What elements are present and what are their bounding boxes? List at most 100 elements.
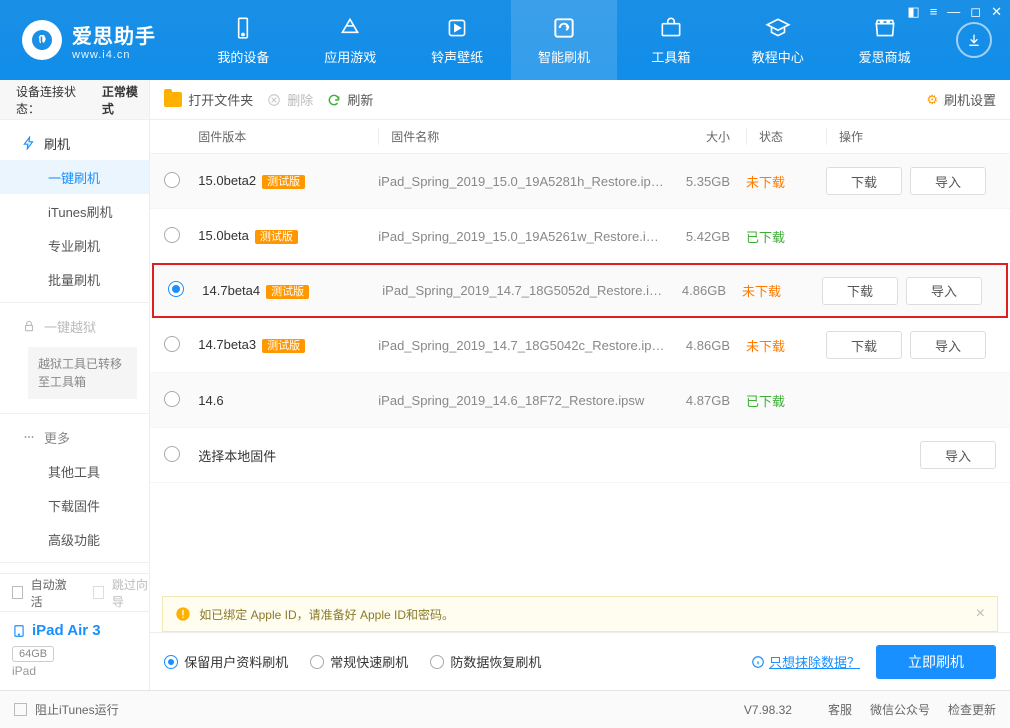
nav-flash[interactable]: 智能刷机 [511, 0, 618, 80]
sidebar-item-pro[interactable]: 专业刷机 [0, 228, 149, 262]
radio-select[interactable] [164, 227, 180, 243]
radio-select[interactable] [164, 391, 180, 407]
skip-guide-checkbox[interactable] [93, 586, 104, 599]
firmware-name: iPad_Spring_2019_14.7_18G5042c_Restore.i… [378, 338, 664, 353]
table-row[interactable]: 15.0beta2测试版 iPad_Spring_2019_15.0_19A52… [150, 154, 1010, 209]
option-keep-data[interactable]: 保留用户资料刷机 [164, 652, 288, 671]
svg-text:iU: iU [37, 35, 48, 47]
download-manager-icon[interactable] [956, 22, 992, 58]
firmware-size: 5.35GB [686, 174, 730, 189]
jailbreak-note: 越狱工具已转移至工具箱 [28, 347, 137, 399]
delete-icon [267, 93, 281, 107]
beta-badge: 测试版 [262, 339, 305, 353]
firmware-name: iPad_Spring_2019_14.7_18G5052d_Restore.i… [382, 283, 662, 298]
skin-icon[interactable]: ◧ [907, 4, 919, 20]
sidebar: 设备连接状态：正常模式 刷机 一键刷机 iTunes刷机 专业刷机 批量刷机 一… [0, 80, 150, 690]
import-button[interactable]: 导入 [910, 167, 986, 195]
sidebar-item-other[interactable]: 其他工具 [0, 454, 149, 488]
beta-badge: 测试版 [255, 230, 298, 244]
gear-icon: ⚙ [926, 92, 938, 108]
table-header: 固件版本 固件名称 大小 状态 操作 [150, 120, 1010, 154]
import-button[interactable]: 导入 [910, 331, 986, 359]
sidebar-item-batch[interactable]: 批量刷机 [0, 262, 149, 296]
nav-my-device[interactable]: 我的设备 [190, 0, 297, 80]
local-firmware-row[interactable]: 选择本地固件 导入 [150, 428, 1010, 483]
nav-ringtone[interactable]: 铃声壁纸 [404, 0, 511, 80]
warning-icon [175, 606, 191, 622]
brand-url: www.i4.cn [72, 49, 156, 61]
firmware-version: 14.6 [198, 393, 223, 408]
table-row[interactable]: 15.0beta测试版 iPad_Spring_2019_15.0_19A526… [150, 209, 1010, 264]
import-button[interactable]: 导入 [920, 441, 996, 469]
tablet-icon [12, 624, 26, 638]
firmware-size: 4.86GB [682, 283, 726, 298]
firmware-status: 已下载 [746, 394, 785, 409]
check-update-button[interactable]: 检查更新 [948, 701, 996, 718]
device-storage: 64GB [12, 646, 54, 662]
maximize-icon[interactable]: ◻ [970, 4, 981, 20]
folder-icon [164, 92, 182, 107]
radio-select[interactable] [168, 281, 184, 297]
sidebar-item-advanced[interactable]: 高级功能 [0, 522, 149, 556]
sidebar-section-flash[interactable]: 刷机 [0, 126, 149, 160]
flash-settings-button[interactable]: ⚙刷机设置 [926, 90, 996, 109]
sidebar-item-itunes[interactable]: iTunes刷机 [0, 194, 149, 228]
beta-badge: 测试版 [262, 175, 305, 189]
nav-apps[interactable]: 应用游戏 [297, 0, 404, 80]
firmware-status: 未下载 [746, 175, 785, 190]
more-icon [22, 430, 36, 444]
auto-activate-checkbox[interactable] [12, 586, 23, 599]
refresh-button[interactable]: 刷新 [327, 90, 373, 109]
download-button[interactable]: 下载 [822, 277, 898, 305]
column-status: 状态 [746, 128, 826, 145]
main-content: 打开文件夹 删除 刷新 ⚙刷机设置 固件版本 固件名称 大小 状态 操作 15.… [150, 80, 1010, 690]
device-info: iPad Air 3 64GB iPad [0, 611, 149, 690]
radio-select[interactable] [164, 336, 180, 352]
sidebar-item-download-fw[interactable]: 下载固件 [0, 488, 149, 522]
column-action: 操作 [826, 128, 996, 145]
wechat-button[interactable]: 微信公众号 [870, 701, 930, 718]
firmware-version: 15.0beta [198, 228, 249, 243]
sidebar-item-oneclick[interactable]: 一键刷机 [0, 160, 149, 194]
device-type: iPad [12, 664, 137, 678]
brand-logo: iU 爱思助手 www.i4.cn [0, 20, 190, 61]
open-folder-button[interactable]: 打开文件夹 [164, 90, 253, 109]
erase-data-link[interactable]: 只想抹除数据？ [751, 652, 860, 671]
delete-button[interactable]: 删除 [267, 90, 313, 109]
nav-tutorial[interactable]: 教程中心 [724, 0, 831, 80]
table-row[interactable]: 14.7beta4测试版 iPad_Spring_2019_14.7_18G50… [152, 263, 1008, 318]
import-button[interactable]: 导入 [906, 277, 982, 305]
flash-now-button[interactable]: 立即刷机 [876, 645, 996, 679]
sidebar-section-jailbreak: 一键越狱 [0, 309, 149, 343]
refresh-icon [327, 93, 341, 107]
firmware-size: 5.42GB [686, 229, 730, 244]
firmware-size: 4.86GB [686, 338, 730, 353]
download-button[interactable]: 下载 [826, 331, 902, 359]
column-name: 固件名称 [378, 128, 666, 145]
nav-toolbox[interactable]: 工具箱 [617, 0, 724, 80]
device-name[interactable]: iPad Air 3 [12, 622, 137, 639]
logo-icon: iU [22, 20, 62, 60]
block-itunes-checkbox[interactable] [14, 703, 27, 716]
menu-icon[interactable]: ≡ [930, 4, 938, 20]
app-header: iU 爱思助手 www.i4.cn 我的设备 应用游戏 铃声壁纸 智能刷机 工具… [0, 0, 1010, 80]
radio-local[interactable] [164, 446, 180, 462]
option-anti-recover[interactable]: 防数据恢复刷机 [430, 652, 541, 671]
close-icon[interactable]: ✕ [991, 4, 1002, 20]
sidebar-section-more[interactable]: 更多 [0, 420, 149, 454]
minimize-icon[interactable]: — [947, 4, 960, 20]
table-row[interactable]: 14.7beta3测试版 iPad_Spring_2019_14.7_18G50… [150, 318, 1010, 373]
connection-status: 设备连接状态：正常模式 [0, 80, 149, 120]
radio-select[interactable] [164, 172, 180, 188]
firmware-status: 未下载 [742, 284, 781, 299]
customer-service-button[interactable]: 客服 [828, 701, 852, 718]
auto-activate-row: 自动激活 跳过向导 [0, 573, 149, 611]
table-row[interactable]: 14.6 iPad_Spring_2019_14.6_18F72_Restore… [150, 373, 1010, 428]
footer: 阻止iTunes运行 V7.98.32 客服 微信公众号 检查更新 [0, 690, 1010, 728]
download-button[interactable]: 下载 [826, 167, 902, 195]
version-label: V7.98.32 [744, 703, 792, 717]
option-normal[interactable]: 常规快速刷机 [310, 652, 408, 671]
notice-close-icon[interactable]: × [976, 605, 985, 623]
firmware-name: iPad_Spring_2019_14.6_18F72_Restore.ipsw [378, 393, 644, 408]
flash-options-bar: 保留用户资料刷机 常规快速刷机 防数据恢复刷机 只想抹除数据？ 立即刷机 [150, 632, 1010, 690]
